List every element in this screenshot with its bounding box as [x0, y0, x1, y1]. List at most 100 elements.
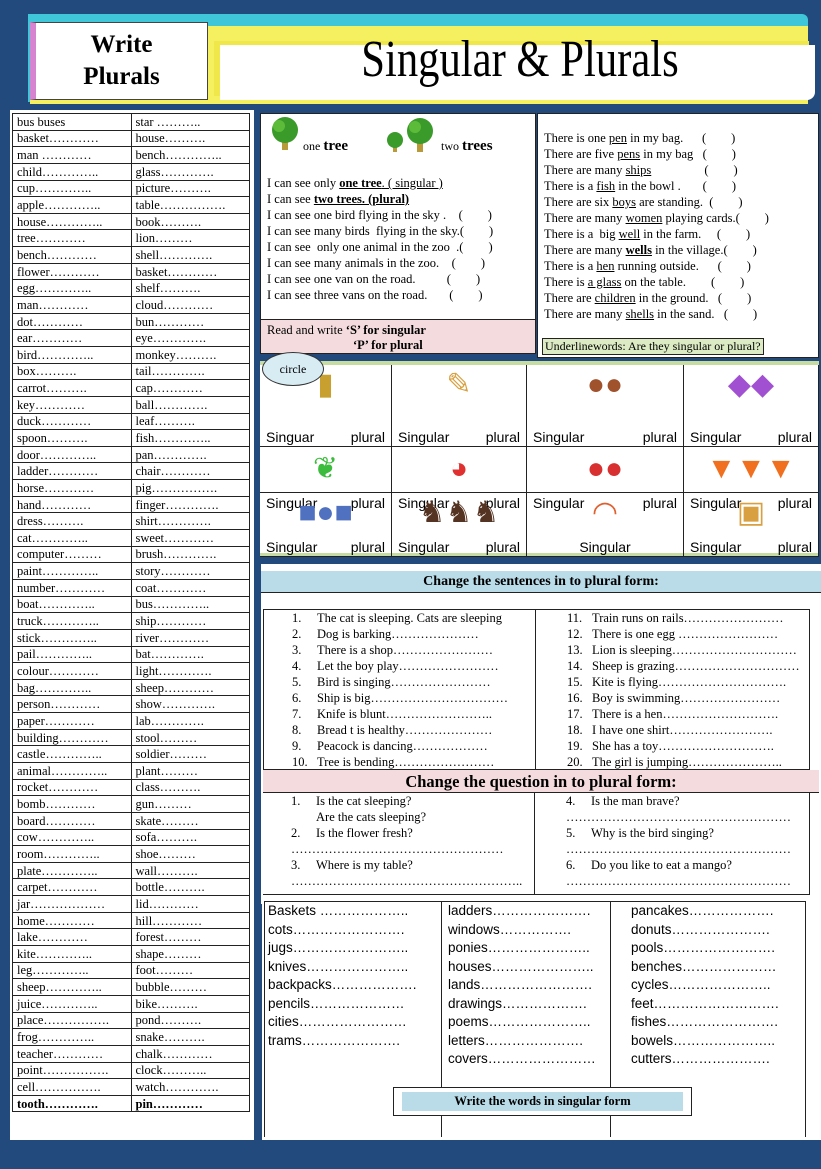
word-cell-left[interactable]: spoon……….: [12, 429, 132, 447]
plural-option[interactable]: plural: [778, 539, 812, 555]
word-cell-right[interactable]: light………….: [130, 662, 250, 680]
word-cell-right[interactable]: bat………….: [130, 645, 250, 664]
word-cell-left[interactable]: carrot……….: [12, 379, 132, 397]
word-cell-left[interactable]: tree…………: [12, 229, 132, 248]
plural-word-blank[interactable]: donuts………………….: [631, 921, 779, 940]
plural-word-blank[interactable]: drawings……………….: [448, 995, 596, 1014]
plural-word-blank[interactable]: bowels…………………..: [631, 1032, 779, 1051]
word-cell-right[interactable]: sweet…………: [130, 529, 250, 547]
word-cell-left[interactable]: colour…………: [12, 662, 132, 680]
word-cell-right[interactable]: sheep…………: [130, 678, 250, 697]
word-cell-left[interactable]: animal…………..: [12, 761, 132, 780]
word-cell-right[interactable]: pig…………….: [130, 479, 250, 497]
word-cell-right[interactable]: picture……….: [130, 179, 250, 198]
word-cell-right[interactable]: chair…………: [130, 462, 250, 481]
word-cell-left[interactable]: box……….: [12, 362, 132, 381]
word-cell-right[interactable]: finger………….: [130, 495, 250, 514]
plural-option[interactable]: plural: [486, 539, 520, 555]
word-cell-left[interactable]: bus buses: [12, 113, 132, 131]
word-cell-right[interactable]: bottle……….: [130, 878, 250, 897]
word-cell-right[interactable]: ship…………: [130, 612, 250, 630]
singular-option[interactable]: Singular: [579, 539, 630, 555]
picture-cell[interactable]: ◕ Singular plural: [392, 447, 527, 511]
word-cell-left[interactable]: egg…………..: [12, 279, 132, 298]
word-cell-left[interactable]: building…………: [12, 728, 132, 747]
word-cell-right[interactable]: fish…………..: [130, 429, 250, 447]
word-cell-right[interactable]: monkey……….: [130, 345, 250, 364]
picture-cell[interactable]: ●● Singular plural: [527, 365, 684, 447]
word-cell-left[interactable]: person…………: [12, 695, 132, 714]
answer-line[interactable]: ……………………………………………: [291, 841, 522, 857]
word-cell-left[interactable]: leg…………..: [12, 961, 132, 980]
word-cell-right[interactable]: house……….: [130, 129, 250, 148]
word-cell-right[interactable]: bun…………: [130, 312, 250, 331]
picture-cell[interactable]: ▣ Singular plural: [684, 493, 819, 557]
word-cell-left[interactable]: bench…………: [12, 246, 132, 264]
word-cell-right[interactable]: wall……….: [130, 861, 250, 880]
word-cell-left[interactable]: ear…………: [12, 329, 132, 347]
word-cell-right[interactable]: star ………..: [130, 113, 250, 131]
word-cell-left[interactable]: kite…………..: [12, 945, 132, 963]
word-cell-left[interactable]: point…………….: [12, 1061, 132, 1080]
picture-cell[interactable]: ✎ Singular plural: [392, 365, 527, 447]
singular-option[interactable]: Singular: [266, 539, 317, 555]
word-cell-right[interactable]: watch………….: [130, 1078, 250, 1096]
word-cell-right[interactable]: lion………: [130, 229, 250, 248]
word-cell-right[interactable]: foot………: [130, 961, 250, 980]
singular-option[interactable]: Singular: [398, 539, 449, 555]
word-cell-right[interactable]: lid…………: [130, 895, 250, 913]
word-cell-right[interactable]: show………….: [130, 695, 250, 714]
plural-option[interactable]: plural: [643, 429, 677, 445]
plural-word-blank[interactable]: cutters………………….: [631, 1050, 779, 1069]
plural-option[interactable]: plural: [778, 429, 812, 445]
word-cell-right[interactable]: snake……….: [130, 1028, 250, 1046]
plural-word-blank[interactable]: backpacks……………….: [268, 976, 417, 995]
word-cell-right[interactable]: table…………….: [130, 196, 250, 214]
word-cell-right[interactable]: bus…………..: [130, 595, 250, 614]
word-cell-left[interactable]: dot…………: [12, 312, 132, 331]
word-cell-right[interactable]: bench…………..: [130, 146, 250, 164]
singular-option[interactable]: Singular: [398, 429, 449, 445]
word-cell-right[interactable]: clock………..: [130, 1061, 250, 1080]
picture-cell[interactable]: ❦ Singular plural: [260, 447, 392, 511]
word-cell-right[interactable]: book……….: [130, 212, 250, 231]
plural-word-blank[interactable]: lands…………………….: [448, 976, 596, 995]
word-cell-left[interactable]: house…………..: [12, 212, 132, 231]
word-cell-left[interactable]: hand…………: [12, 495, 132, 514]
word-cell-right[interactable]: soldier………: [130, 745, 250, 763]
answer-line[interactable]: Are the cats sleeping?: [291, 809, 522, 825]
word-cell-left[interactable]: cup…………..: [12, 179, 132, 198]
plural-word-blank[interactable]: pancakes……………….: [631, 902, 779, 921]
word-cell-right[interactable]: bubble………: [130, 978, 250, 996]
plural-word-blank[interactable]: jugs……………………..: [268, 939, 417, 958]
word-cell-right[interactable]: pan………….: [130, 445, 250, 464]
word-cell-right[interactable]: leaf……….: [130, 412, 250, 431]
plural-word-blank[interactable]: fishes…………………….: [631, 1013, 779, 1032]
word-cell-left[interactable]: stick…………..: [12, 628, 132, 647]
word-cell-left[interactable]: rocket…………: [12, 778, 132, 797]
word-cell-left[interactable]: man…………: [12, 296, 132, 314]
word-cell-right[interactable]: cap…………: [130, 379, 250, 397]
plural-word-blank[interactable]: cycles…………………..: [631, 976, 779, 995]
word-cell-left[interactable]: boat…………..: [12, 595, 132, 614]
word-cell-right[interactable]: class……….: [130, 778, 250, 797]
word-cell-right[interactable]: hill…………: [130, 911, 250, 930]
word-cell-left[interactable]: frog…………..: [12, 1028, 132, 1046]
plural-option[interactable]: plural: [486, 429, 520, 445]
word-cell-right[interactable]: gun………: [130, 795, 250, 813]
word-cell-right[interactable]: shirt………….: [130, 512, 250, 531]
word-cell-right[interactable]: lab………….: [130, 712, 250, 730]
word-cell-left[interactable]: flower…………: [12, 262, 132, 281]
plural-option[interactable]: plural: [351, 429, 385, 445]
picture-cell[interactable]: ♞♞♞ Singular plural: [392, 493, 527, 557]
plural-word-blank[interactable]: ladders………………….: [448, 902, 596, 921]
plural-word-blank[interactable]: pools…………………….: [631, 939, 779, 958]
word-cell-left[interactable]: key…………: [12, 395, 132, 414]
plural-word-blank[interactable]: cots…………………….: [268, 921, 417, 940]
word-cell-left[interactable]: apple…………..: [12, 196, 132, 214]
word-cell-right[interactable]: cloud…………: [130, 296, 250, 314]
word-cell-left[interactable]: child…………..: [12, 162, 132, 181]
answer-line[interactable]: ………………………………………………: [566, 873, 791, 889]
plural-word-blank[interactable]: Baskets ………………..: [268, 902, 417, 921]
word-cell-left[interactable]: bird…………..: [12, 345, 132, 364]
